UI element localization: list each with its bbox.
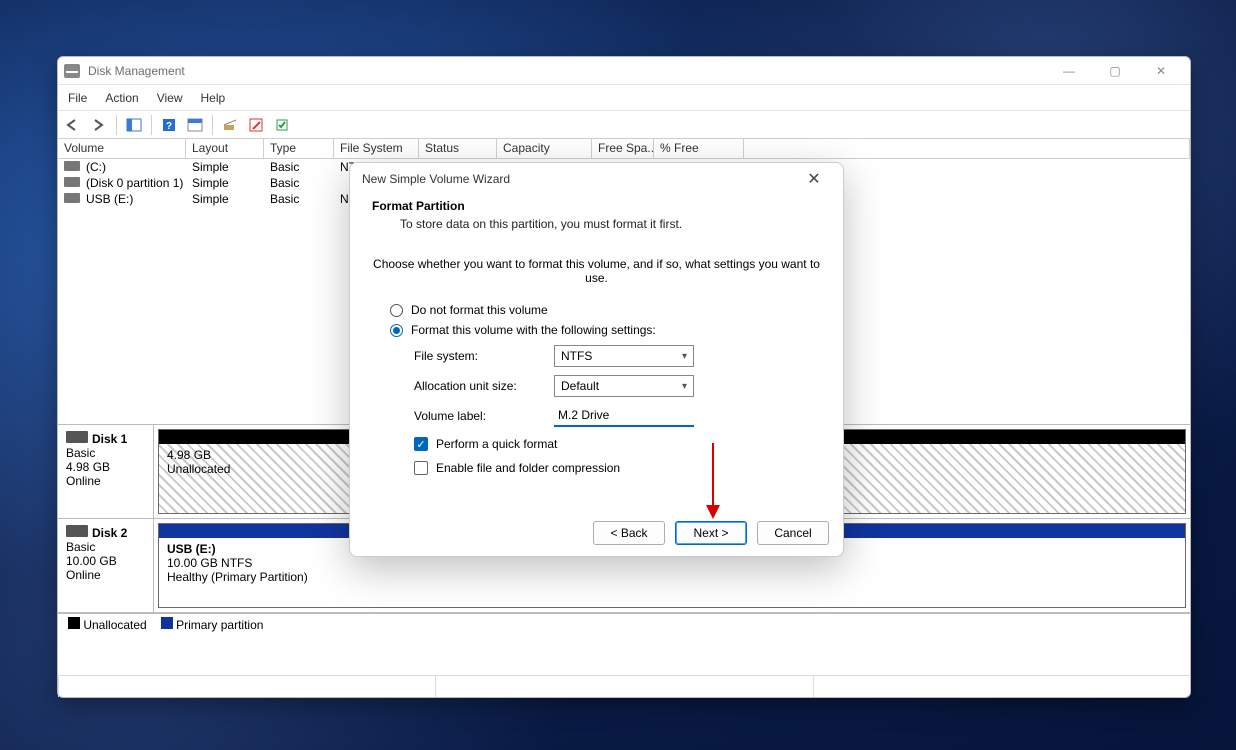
quick-format-checkbox[interactable]: ✓ <box>414 437 428 451</box>
legend: Unallocated Primary partition <box>58 613 1190 635</box>
dialog-close-button[interactable]: ✕ <box>797 165 831 193</box>
disk-icon <box>66 431 88 443</box>
col-freespace[interactable]: Free Spa... <box>592 139 654 158</box>
menu-help[interactable]: Help <box>201 91 226 105</box>
menubar: File Action View Help <box>58 85 1190 111</box>
dialog-title: New Simple Volume Wizard <box>362 172 510 186</box>
col-status[interactable]: Status <box>419 139 497 158</box>
show-hide-button[interactable] <box>123 114 145 136</box>
disk-info: Disk 2 Basic 10.00 GB Online <box>58 519 154 612</box>
volume-icon <box>64 177 80 187</box>
radio-format-volume[interactable] <box>390 324 403 337</box>
menu-action[interactable]: Action <box>105 91 138 105</box>
col-volume[interactable]: Volume <box>58 139 186 158</box>
legend-swatch-unallocated <box>68 617 80 629</box>
chevron-down-icon: ▾ <box>682 351 687 362</box>
titlebar[interactable]: Disk Management — ▢ ✕ <box>58 57 1190 85</box>
dialog-intro: Choose whether you want to format this v… <box>372 257 821 285</box>
quick-format-label: Perform a quick format <box>436 437 557 451</box>
volume-icon <box>64 193 80 203</box>
radio-do-not-format[interactable] <box>390 304 403 317</box>
toolbar: ? <box>58 111 1190 139</box>
allocation-unit-combobox[interactable]: Default ▾ <box>554 375 694 397</box>
filesystem-label: File system: <box>414 349 554 363</box>
menu-file[interactable]: File <box>68 91 87 105</box>
menu-view[interactable]: View <box>157 91 183 105</box>
back-button[interactable]: < Back <box>593 521 665 545</box>
annotation-arrow <box>712 443 714 517</box>
section-subtitle: To store data on this partition, you mus… <box>400 217 821 231</box>
forward-button[interactable] <box>88 114 110 136</box>
volume-icon <box>64 161 80 171</box>
cancel-button[interactable]: Cancel <box>757 521 829 545</box>
app-icon <box>64 64 80 78</box>
dialog-buttons: < Back Next > Cancel <box>350 510 843 556</box>
radio-do-not-format-label: Do not format this volume <box>411 303 548 317</box>
col-type[interactable]: Type <box>264 139 334 158</box>
col-filesystem[interactable]: File System <box>334 139 419 158</box>
window-title: Disk Management <box>88 64 185 78</box>
volume-label-label: Volume label: <box>414 409 554 423</box>
new-simple-volume-wizard-dialog: New Simple Volume Wizard ✕ Format Partit… <box>349 162 844 557</box>
section-title: Format Partition <box>372 199 821 213</box>
filesystem-combobox[interactable]: NTFS ▾ <box>554 345 694 367</box>
action-button[interactable] <box>271 114 293 136</box>
back-button[interactable] <box>62 114 84 136</box>
help-button[interactable]: ? <box>158 114 180 136</box>
compression-label: Enable file and folder compression <box>436 461 620 475</box>
dialog-titlebar[interactable]: New Simple Volume Wizard ✕ <box>350 163 843 195</box>
system-buttons: — ▢ ✕ <box>1046 57 1184 85</box>
next-button[interactable]: Next > <box>675 521 747 545</box>
minimize-button[interactable]: — <box>1046 57 1092 85</box>
svg-text:?: ? <box>166 121 172 132</box>
disk-icon <box>66 525 88 537</box>
statusbar <box>58 675 1190 697</box>
col-capacity[interactable]: Capacity <box>497 139 592 158</box>
settings-button[interactable] <box>219 114 241 136</box>
chevron-down-icon: ▾ <box>682 381 687 392</box>
allocation-unit-label: Allocation unit size: <box>414 379 554 393</box>
radio-format-volume-label: Format this volume with the following se… <box>411 323 656 337</box>
col-pctfree[interactable]: % Free <box>654 139 744 158</box>
disk-info: Disk 1 Basic 4.98 GB Online <box>58 425 154 518</box>
col-layout[interactable]: Layout <box>186 139 264 158</box>
close-button[interactable]: ✕ <box>1138 57 1184 85</box>
refresh-button[interactable] <box>184 114 206 136</box>
volume-label-input[interactable] <box>554 405 694 427</box>
maximize-button[interactable]: ▢ <box>1092 57 1138 85</box>
volume-list-header: Volume Layout Type File System Status Ca… <box>58 139 1190 159</box>
compression-checkbox[interactable] <box>414 461 428 475</box>
legend-swatch-primary <box>161 617 173 629</box>
properties-button[interactable] <box>245 114 267 136</box>
